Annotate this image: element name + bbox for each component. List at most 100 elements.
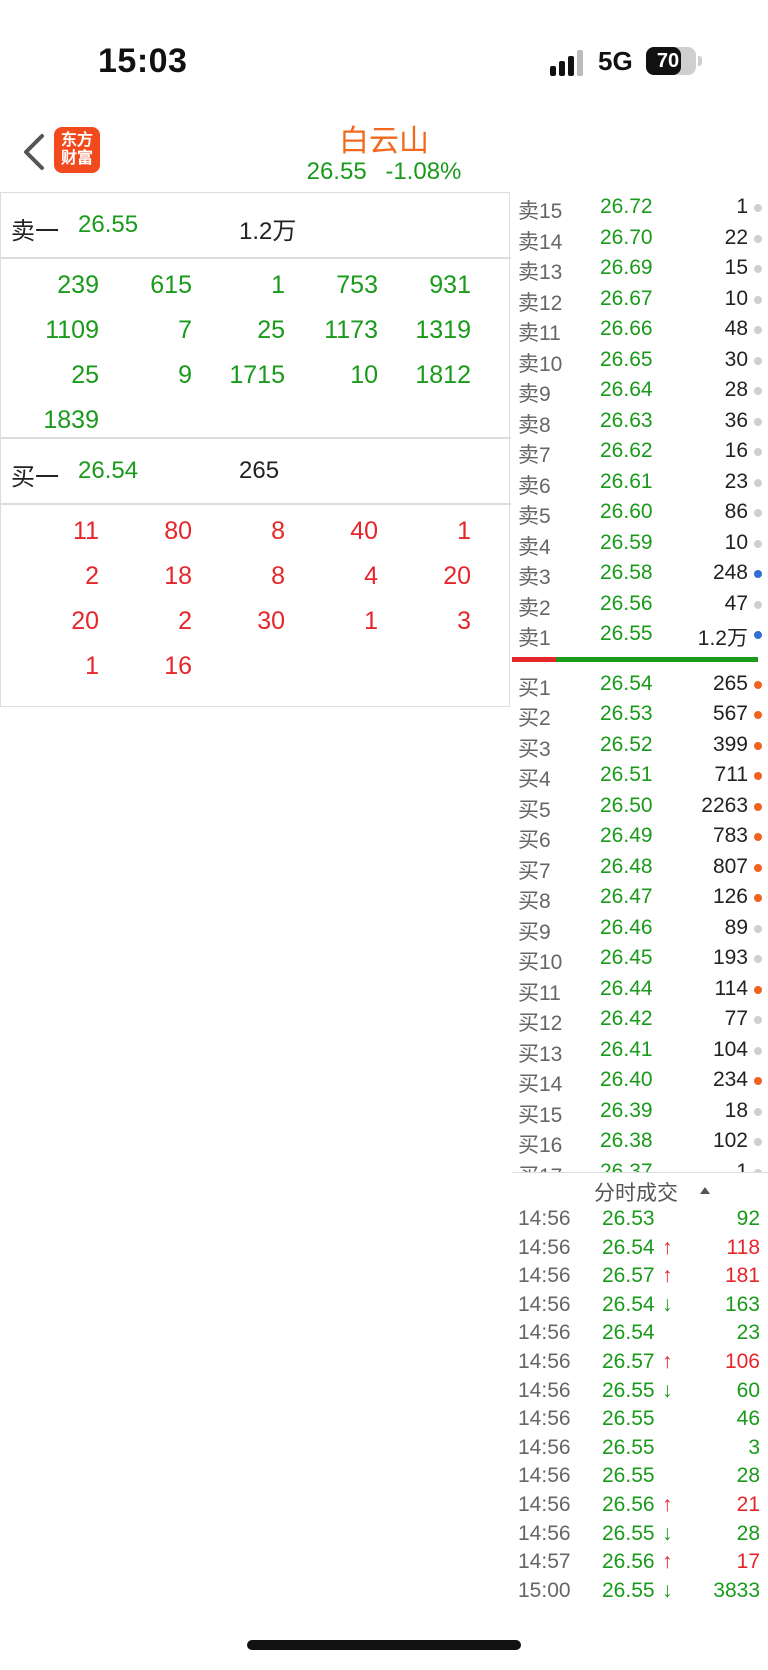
level-price: 26.48	[600, 854, 653, 878]
status-bar: 15:03 5G 70	[0, 0, 768, 110]
buy-level-row[interactable]: 买3 26.52 399	[512, 730, 768, 761]
queue-order-cell: 18	[164, 562, 192, 590]
level-volume: 10	[724, 530, 748, 554]
level-volume: 104	[712, 1037, 748, 1061]
level-volume: 248	[712, 561, 748, 584]
level-volume: 16	[724, 439, 748, 462]
buy-level-row[interactable]: 买17 26.37 1	[512, 1157, 768, 1172]
sell-level-row[interactable]: 卖13 26.69 15	[512, 253, 768, 284]
order-dot-icon	[754, 448, 762, 456]
sell-level-row[interactable]: 卖15 26.72 1	[512, 192, 768, 223]
level-label: 卖7	[518, 444, 551, 467]
buy-level-row[interactable]: 买11 26.44 114	[512, 974, 768, 1005]
buy-level-row[interactable]: 买2 26.53 567	[512, 699, 768, 730]
sell-level-row[interactable]: 卖3 26.58 248	[512, 558, 768, 589]
queue-order-cell: 1	[457, 517, 471, 545]
level-label: 买8	[518, 890, 551, 913]
tick-row: 14:56 26.54 23	[512, 1319, 768, 1347]
tick-volume: 23	[736, 1321, 760, 1345]
level-price: 26.46	[600, 915, 653, 939]
buy-level-row[interactable]: 买6 26.49 783	[512, 821, 768, 852]
level-label: 买2	[518, 707, 551, 730]
buy-level-row[interactable]: 买16 26.38 102	[512, 1126, 768, 1157]
queue-order-cell: 1	[364, 607, 378, 635]
ask1-order-grid: 239 615 1 753 931 1109 7 25 1173 1319 25 9 1715 10 181…	[1, 259, 511, 437]
ticks-header[interactable]: 分时成交	[512, 1172, 768, 1205]
buy-level-row[interactable]: 买10 26.45 193	[512, 943, 768, 974]
sell-level-row[interactable]: 卖11 26.66 48	[512, 314, 768, 345]
nav-header: 东方 财富 白云山 26.55 -1.08%	[0, 110, 768, 192]
tick-time: 14:56	[518, 1207, 571, 1230]
ask1-volume: 1.2万	[239, 218, 297, 245]
level-label: 买14	[518, 1073, 563, 1096]
buy-level-row[interactable]: 买8 26.47 126	[512, 882, 768, 913]
level-label: 买5	[518, 798, 551, 822]
queue-order-cell: 7	[178, 316, 192, 344]
level-label: 卖8	[518, 413, 551, 437]
tick-time: 14:56	[518, 1435, 571, 1459]
level-volume: 48	[724, 317, 748, 340]
queue-order-cell: 615	[150, 271, 192, 299]
tick-time: 14:56	[518, 1464, 571, 1488]
ask1-summary: 卖一 26.55 1.2万	[1, 193, 511, 257]
level-volume: 567	[712, 702, 748, 725]
tick-price: 26.53	[602, 1207, 655, 1230]
level-label: 卖10	[518, 352, 563, 376]
sell-level-row[interactable]: 卖10 26.65 30	[512, 345, 768, 376]
tick-time: 14:56	[518, 1264, 571, 1288]
level-price: 26.39	[600, 1098, 653, 1122]
sell-level-row[interactable]: 卖7 26.62 16	[512, 436, 768, 467]
buy-level-row[interactable]: 买4 26.51 711	[512, 760, 768, 791]
level-volume: 102	[712, 1129, 748, 1152]
tick-time: 14:57	[518, 1550, 571, 1574]
buy-level-row[interactable]: 买1 26.54 265	[512, 669, 768, 700]
buy-level-row[interactable]: 买5 26.50 2263	[512, 791, 768, 822]
order-dot-icon	[754, 741, 762, 750]
tick-time: 14:56	[518, 1407, 571, 1431]
order-dot-icon	[754, 234, 762, 243]
queue-order-cell: 9	[178, 361, 192, 389]
queue-order-cell: 4	[364, 562, 378, 590]
order-dot-icon	[754, 802, 762, 811]
level-price: 26.53	[600, 702, 653, 725]
queue-order-cell: 931	[429, 271, 471, 299]
order-dot-icon	[754, 356, 762, 365]
buy-level-row[interactable]: 买15 26.39 18	[512, 1096, 768, 1127]
sell-level-row[interactable]: 卖14 26.70 22	[512, 223, 768, 254]
level-volume: 47	[724, 591, 748, 615]
order-book[interactable]: 卖15 26.72 1 卖14 26.70 22 卖13 26.69 15 卖12 26.67 10 卖…	[512, 192, 768, 1172]
buy-level-row[interactable]: 买12 26.42 77	[512, 1004, 768, 1035]
level-label: 卖15	[518, 200, 563, 223]
tick-price: 26.57	[602, 1350, 655, 1373]
sell-level-row[interactable]: 卖9 26.64 28	[512, 375, 768, 406]
level-volume: 114	[714, 976, 748, 1000]
level-price: 26.67	[600, 286, 653, 310]
order-queue-panel: 卖一 26.55 1.2万 239 615 1 753 931 1109 7 25 1173 13…	[0, 192, 511, 707]
sell-level-row[interactable]: 卖12 26.67 10	[512, 284, 768, 315]
tick-time: 14:56	[518, 1235, 571, 1259]
sell-level-row[interactable]: 卖1 26.55 1.2万	[512, 619, 768, 650]
home-indicator[interactable]	[247, 1640, 521, 1650]
sell-level-row[interactable]: 卖6 26.61 23	[512, 467, 768, 498]
order-dot-icon	[754, 509, 762, 517]
level-label: 买4	[518, 768, 551, 791]
buy-level-row[interactable]: 买7 26.48 807	[512, 852, 768, 883]
sell-level-row[interactable]: 卖5 26.60 86	[512, 497, 768, 528]
level-volume: 1.2万	[697, 627, 748, 650]
level-label: 卖6	[518, 474, 551, 498]
level-volume: 89	[724, 915, 748, 939]
level-price: 26.63	[600, 408, 653, 432]
sell-level-row[interactable]: 卖8 26.63 36	[512, 406, 768, 437]
level-price: 26.70	[600, 225, 653, 249]
sell-level-row[interactable]: 卖2 26.56 47	[512, 589, 768, 620]
level-price: 26.54	[600, 671, 653, 695]
buy-level-row[interactable]: 买14 26.40 234	[512, 1065, 768, 1096]
tick-price: 26.54	[602, 1321, 655, 1345]
sell-level-row[interactable]: 卖4 26.59 10	[512, 528, 768, 559]
queue-order-cell: 8	[271, 562, 285, 590]
level-volume: 30	[724, 347, 748, 371]
battery-percent: 70	[656, 50, 680, 72]
buy-level-row[interactable]: 买13 26.41 104	[512, 1035, 768, 1066]
tick-volume: 118	[726, 1235, 760, 1259]
buy-level-row[interactable]: 买9 26.46 89	[512, 913, 768, 944]
